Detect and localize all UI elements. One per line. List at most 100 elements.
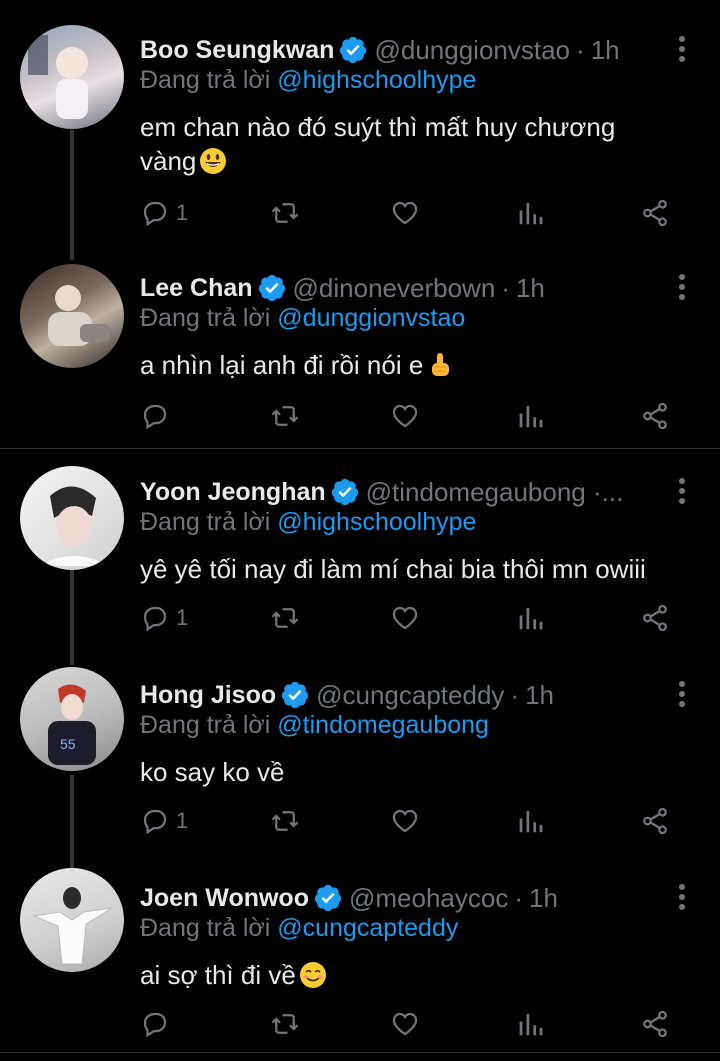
- pointing-finger-emoji: [432, 353, 450, 376]
- replying-to: Đang trả lời @highschoolhype: [140, 508, 476, 537]
- tweet-actions: [140, 398, 680, 434]
- tweet-text: yê yê tối nay đi làm mí chai bia thôi mn…: [140, 552, 690, 586]
- retweet-button[interactable]: [270, 195, 300, 231]
- divider: [0, 1052, 720, 1053]
- tweet-actions: 1: [140, 803, 680, 839]
- tweet-text: ai sợ thì đi về: [140, 958, 690, 992]
- timestamp[interactable]: 1h: [516, 273, 545, 304]
- analytics-icon: [519, 406, 543, 428]
- tweet-text-line: ko say ko về: [140, 757, 285, 787]
- avatar[interactable]: 55: [20, 667, 124, 771]
- share-button[interactable]: [640, 600, 670, 636]
- reply-icon: [143, 809, 167, 835]
- retweet-button[interactable]: [270, 600, 300, 636]
- replying-to-link[interactable]: @dunggionvstao: [277, 304, 465, 332]
- timestamp[interactable]: 1h: [525, 680, 554, 711]
- more-icon[interactable]: [678, 36, 686, 66]
- reply-icon: [143, 606, 167, 632]
- display-name[interactable]: Lee Chan: [140, 274, 253, 303]
- tweet-header: Joen Wonwoo @meohaycoc · 1h: [140, 878, 558, 918]
- display-name[interactable]: Boo Seungkwan: [140, 36, 334, 65]
- share-button[interactable]: [640, 803, 670, 839]
- retweet-icon: [271, 203, 299, 223]
- user-handle[interactable]: @meohaycoc: [349, 883, 508, 914]
- analytics-icon: [519, 608, 543, 630]
- tweet[interactable]: 55 Hong Jisoo @cungcapteddy · 1h Đang tr…: [0, 645, 720, 855]
- user-handle[interactable]: @dunggionvstao: [374, 35, 570, 66]
- user-handle[interactable]: @dinoneverbown: [293, 273, 496, 304]
- replying-to-link[interactable]: @cungcapteddy: [277, 914, 458, 942]
- display-name[interactable]: Joen Wonwoo: [140, 884, 309, 913]
- replying-prefix: Đang trả lời: [140, 508, 271, 536]
- reply-button[interactable]: [140, 398, 176, 434]
- display-name[interactable]: Hong Jisoo: [140, 681, 276, 710]
- share-button[interactable]: [640, 1006, 670, 1042]
- reply-button[interactable]: 1: [140, 803, 188, 839]
- like-icon: [392, 1012, 418, 1036]
- tweet[interactable]: Joen Wonwoo @meohaycoc · 1h Đang trả lời…: [0, 848, 720, 1058]
- reply-button[interactable]: 1: [140, 600, 188, 636]
- like-button[interactable]: [390, 600, 420, 636]
- separator: ·: [514, 882, 524, 913]
- analytics-button[interactable]: [516, 803, 546, 839]
- retweet-button[interactable]: [270, 398, 300, 434]
- replying-to: Đang trả lời @dunggionvstao: [140, 304, 465, 333]
- replying-to: Đang trả lời @highschoolhype: [140, 66, 476, 95]
- tweet-actions: 1: [140, 195, 680, 231]
- like-button[interactable]: [390, 803, 420, 839]
- like-icon: [392, 606, 418, 630]
- reply-count: 1: [176, 605, 189, 630]
- more-icon[interactable]: [678, 681, 686, 711]
- more-icon[interactable]: [678, 884, 686, 914]
- avatar[interactable]: [20, 264, 124, 368]
- replying-prefix: Đang trả lời: [140, 66, 271, 94]
- avatar[interactable]: [20, 25, 124, 129]
- share-button[interactable]: [640, 398, 670, 434]
- timestamp[interactable]: 1h: [529, 883, 558, 914]
- analytics-icon: [519, 811, 543, 833]
- reply-icon: [143, 1012, 167, 1038]
- verified-icon: [258, 274, 285, 302]
- retweet-button[interactable]: [270, 803, 300, 839]
- more-icon[interactable]: [678, 274, 686, 304]
- retweet-button[interactable]: [270, 1006, 300, 1042]
- smiling-face-emoji: [299, 962, 326, 988]
- reply-button[interactable]: 1: [140, 195, 188, 231]
- avatar[interactable]: [20, 868, 124, 972]
- tweet-header: Yoon Jeonghan @tindomegaubong ·...: [140, 472, 623, 512]
- reply-button[interactable]: [140, 1006, 176, 1042]
- tweet[interactable]: Lee Chan @dinoneverbown · 1h Đang trả lờ…: [0, 238, 720, 448]
- tweet-text-line: ai sợ thì đi về: [140, 960, 296, 990]
- analytics-button[interactable]: [516, 398, 546, 434]
- share-icon: [643, 807, 667, 835]
- share-button[interactable]: [640, 195, 670, 231]
- tweet-actions: 1: [140, 600, 680, 636]
- replying-to-link[interactable]: @tindomegaubong: [277, 711, 489, 739]
- separator: ·: [501, 272, 510, 303]
- tweet[interactable]: Yoon Jeonghan @tindomegaubong ·... Đang …: [0, 442, 720, 652]
- like-button[interactable]: [390, 195, 420, 231]
- replying-to-link[interactable]: @highschoolhype: [277, 66, 476, 94]
- like-button[interactable]: [390, 398, 420, 434]
- analytics-button[interactable]: [516, 195, 546, 231]
- analytics-button[interactable]: [516, 1006, 546, 1042]
- share-icon: [643, 1010, 667, 1038]
- timestamp[interactable]: 1h: [591, 35, 620, 66]
- verified-icon: [340, 36, 367, 64]
- tweet-header: Hong Jisoo @cungcapteddy · 1h: [140, 675, 554, 715]
- more-icon[interactable]: [678, 478, 686, 508]
- like-button[interactable]: [390, 1006, 420, 1042]
- tweet-header: Lee Chan @dinoneverbown · 1h: [140, 268, 545, 308]
- user-handle[interactable]: @tindomegaubong ·...: [366, 477, 624, 508]
- user-handle[interactable]: @cungcapteddy: [316, 680, 504, 711]
- tweet-actions: [140, 1006, 680, 1042]
- tweet[interactable]: Boo Seungkwan @dunggionvstao · 1h Đang t…: [0, 0, 720, 250]
- display-name[interactable]: Yoon Jeonghan: [140, 478, 326, 507]
- analytics-button[interactable]: [516, 600, 546, 636]
- reply-icon: [143, 404, 167, 430]
- replying-to: Đang trả lời @tindomegaubong: [140, 711, 489, 740]
- reply-count: 1: [176, 808, 189, 833]
- analytics-icon: [519, 203, 543, 225]
- replying-to-link[interactable]: @highschoolhype: [277, 508, 476, 536]
- avatar[interactable]: [20, 466, 124, 570]
